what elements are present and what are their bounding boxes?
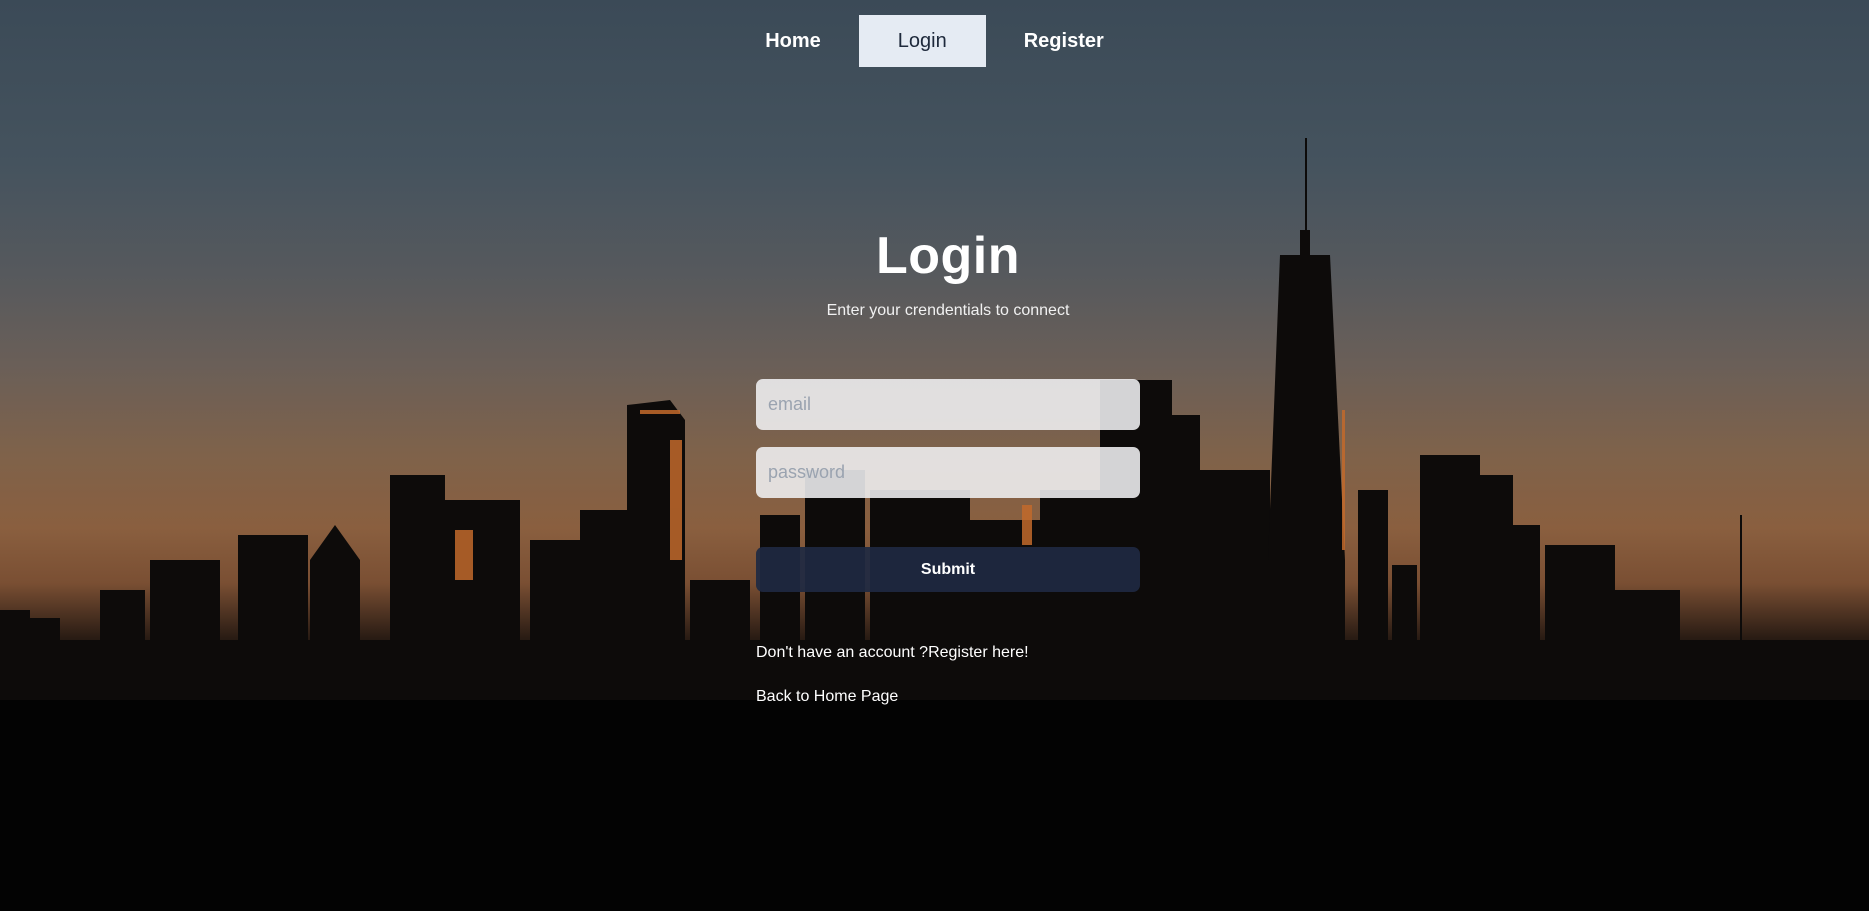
nav-register[interactable]: Register xyxy=(986,15,1142,67)
no-account-text: Don't have an account ? xyxy=(756,644,929,661)
page-title: Login xyxy=(875,227,1020,285)
back-home-link[interactable]: Back to Home Page xyxy=(756,688,898,706)
password-field[interactable] xyxy=(756,447,1140,498)
register-prompt: Don't have an account ?Register here! xyxy=(756,644,1029,662)
submit-button[interactable]: Submit xyxy=(756,547,1140,592)
email-field[interactable] xyxy=(756,379,1140,430)
register-here-link[interactable]: Register here! xyxy=(928,644,1029,661)
top-nav: Home Login Register xyxy=(0,15,1869,67)
nav-login[interactable]: Login xyxy=(858,15,986,67)
page-subtitle: Enter your crendentials to connect xyxy=(826,302,1070,319)
nav-home[interactable]: Home xyxy=(727,15,859,67)
